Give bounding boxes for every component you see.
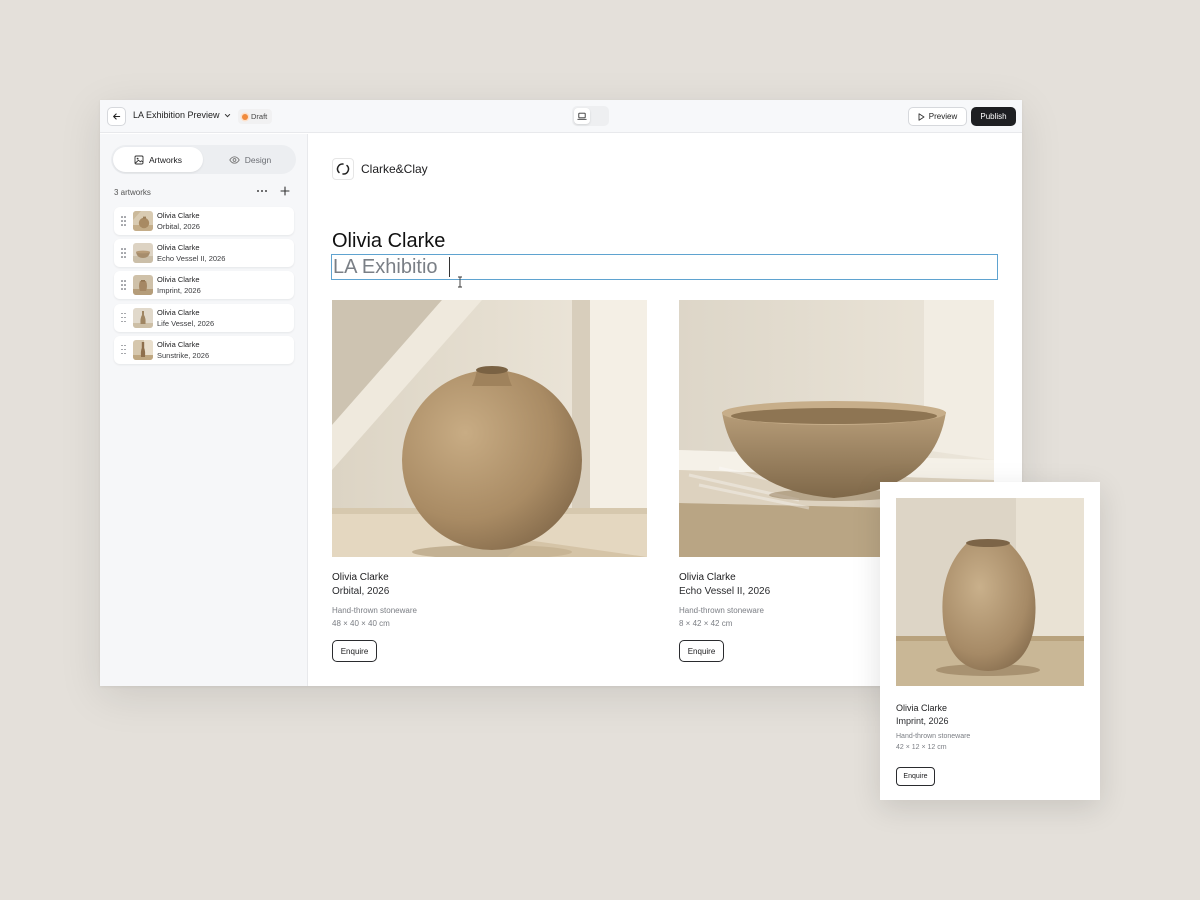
- tab-artworks-label: Artworks: [148, 154, 183, 165]
- preview-button-label: Preview: [928, 112, 958, 121]
- play-icon: [918, 112, 925, 121]
- text-caret: [449, 257, 450, 277]
- text-cursor-icon: [458, 276, 462, 288]
- artwork-thumbnail: [133, 307, 153, 328]
- artwork-image: [896, 498, 1084, 686]
- card-dimensions: 42 × 12 × 12 cm: [896, 744, 947, 751]
- list-item[interactable]: Olivia Clarke Echo Vessel II, 2026: [114, 239, 294, 268]
- more-options-icon[interactable]: [256, 185, 268, 197]
- drag-handle-icon[interactable]: [121, 312, 126, 323]
- tab-artworks[interactable]: Artworks: [113, 147, 203, 172]
- eye-icon: [229, 155, 240, 164]
- artist-heading[interactable]: Olivia Clarke: [332, 230, 445, 253]
- drag-handle-icon[interactable]: [121, 280, 126, 290]
- list-item[interactable]: Olivia Clarke Sunstrike, 2026: [114, 335, 294, 364]
- item-title: Sunstrike, 2026: [157, 350, 210, 360]
- item-artist: Olivia Clarke: [157, 307, 200, 317]
- card-artist: Olivia Clarke: [332, 572, 389, 583]
- artwork-thumbnail: [133, 275, 153, 296]
- tab-design[interactable]: Design: [206, 147, 294, 172]
- exhibition-title-input[interactable]: LA Exhibitio: [331, 254, 998, 288]
- item-artist: Olivia Clarke: [157, 211, 200, 220]
- preview-button[interactable]: Preview: [908, 107, 967, 126]
- card-artist: Olivia Clarke: [896, 703, 948, 713]
- artwork-thumbnail: [133, 339, 153, 360]
- device-toggle: [572, 106, 811, 686]
- list-item[interactable]: Olivia Clarke Imprint, 2026: [114, 271, 294, 300]
- item-artist: Olivia Clarke: [157, 243, 200, 253]
- drag-handle-icon[interactable]: [121, 248, 126, 258]
- mobile-preview-card: Olivia Clarke Imprint, 2026 Hand-thrown …: [880, 482, 1100, 800]
- image-icon: [134, 155, 144, 164]
- artwork-card: Olivia Clarke Orbital, 2026 Hand-thrown …: [332, 300, 648, 662]
- status-dot-icon: [242, 113, 248, 120]
- chevron-down-icon: [224, 113, 230, 117]
- enquire-button[interactable]: Enquire: [896, 767, 935, 786]
- project-title-dropdown[interactable]: LA Exhibition Preview: [133, 110, 231, 120]
- enquire-button[interactable]: Enquire: [679, 640, 724, 662]
- back-button[interactable]: [107, 107, 126, 126]
- brand-logo-icon: [332, 158, 354, 180]
- status-badge-label: Draft: [251, 112, 268, 121]
- publish-button-label: Publish: [980, 112, 1007, 121]
- artwork-thumbnail: [133, 211, 153, 231]
- artwork-thumbnail: [133, 243, 153, 264]
- card-title: Imprint, 2026: [896, 716, 949, 726]
- sidebar: Artworks Design 3 artworks Olivia Clarke…: [100, 134, 308, 686]
- status-badge: Draft: [238, 109, 273, 124]
- tab-design-label: Design: [244, 154, 272, 165]
- list-item[interactable]: Olivia Clarke Life Vessel, 2026: [114, 303, 294, 332]
- drag-handle-icon[interactable]: [121, 344, 126, 355]
- card-medium: Hand-thrown stoneware: [332, 606, 417, 615]
- item-title: Echo Vessel II, 2026: [157, 254, 226, 264]
- item-artist: Olivia Clarke: [157, 339, 200, 349]
- sidebar-tabs: Artworks Design: [111, 145, 296, 174]
- list-item[interactable]: Olivia Clarke Orbital, 2026: [114, 207, 294, 235]
- brand-name: Clarke&Clay: [361, 162, 428, 176]
- item-artist: Olivia Clarke: [157, 275, 200, 285]
- card-dimensions: 48 × 40 × 40 cm: [332, 619, 390, 628]
- card-medium: Hand-thrown stoneware: [896, 733, 971, 740]
- artwork-image: [332, 300, 647, 557]
- card-title: Orbital, 2026: [332, 586, 390, 597]
- item-title: Orbital, 2026: [157, 222, 200, 231]
- item-title: Life Vessel, 2026: [157, 318, 215, 328]
- artwork-list: Olivia Clarke Orbital, 2026 Olivia Clark…: [114, 207, 294, 368]
- drag-handle-icon[interactable]: [121, 216, 126, 226]
- add-artwork-icon[interactable]: [279, 185, 291, 197]
- top-toolbar: LA Exhibition Preview Draft Preview Publ…: [100, 100, 1022, 686]
- publish-button[interactable]: Publish: [971, 107, 1016, 126]
- artwork-count: 3 artworks: [114, 188, 151, 197]
- desktop-view-button[interactable]: [574, 108, 590, 124]
- project-title: LA Exhibition Preview: [133, 110, 220, 120]
- arrow-left-icon: [113, 113, 121, 120]
- laptop-icon: [577, 112, 587, 120]
- enquire-button[interactable]: Enquire: [332, 640, 377, 662]
- item-title: Imprint, 2026: [157, 286, 201, 296]
- exhibition-title-text: LA Exhibitio: [333, 256, 438, 278]
